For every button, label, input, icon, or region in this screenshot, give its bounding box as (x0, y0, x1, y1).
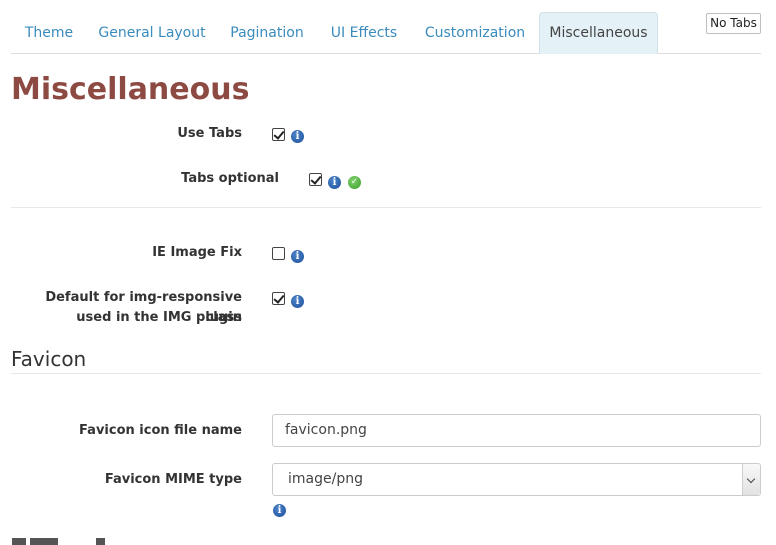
use-tabs-label: Use Tabs (177, 126, 242, 141)
tab-miscellaneous[interactable]: Miscellaneous (539, 12, 658, 54)
ie-image-fix-label: IE Image Fix (152, 245, 242, 260)
favicon-mime-select[interactable]: image/png (272, 463, 761, 496)
favicon-mime-value: image/png (288, 471, 363, 487)
favicon-file-name-label: Favicon icon file name (79, 423, 242, 438)
img-responsive-label-line2: used in the IMG plugin (76, 310, 242, 325)
page-title: Miscellaneous (11, 72, 250, 107)
clipped-content (12, 538, 26, 545)
tab-pagination[interactable]: Pagination (223, 12, 311, 54)
divider (11, 207, 761, 208)
checkmark-icon: ✓ (348, 176, 361, 189)
info-icon[interactable]: i (273, 504, 286, 517)
divider (11, 373, 761, 374)
clipped-content (30, 538, 58, 545)
tab-customization[interactable]: Customization (418, 12, 532, 54)
favicon-mime-label: Favicon MIME type (104, 472, 242, 487)
img-responsive-checkbox[interactable] (272, 292, 285, 305)
info-icon[interactable]: i (291, 295, 304, 308)
clipped-content (96, 538, 105, 545)
tabs-optional-label: Tabs optional (181, 171, 279, 186)
info-icon[interactable]: i (291, 250, 304, 263)
settings-tabs: Theme General Layout Pagination UI Effec… (11, 12, 761, 54)
tabs-optional-checkbox[interactable] (309, 173, 322, 186)
info-icon[interactable]: i (291, 130, 304, 143)
chevron-down-icon[interactable] (742, 464, 760, 495)
favicon-file-name-input[interactable]: favicon.png (272, 414, 761, 447)
tab-ui-effects[interactable]: UI Effects (323, 12, 405, 54)
tab-theme[interactable]: Theme (11, 12, 87, 54)
favicon-section-title: Favicon (11, 347, 87, 371)
no-tabs-button[interactable]: No Tabs (706, 13, 761, 34)
ie-image-fix-checkbox[interactable] (272, 247, 285, 260)
info-icon[interactable]: i (328, 176, 341, 189)
use-tabs-checkbox[interactable] (272, 128, 285, 141)
tab-general-layout[interactable]: General Layout (93, 12, 211, 54)
